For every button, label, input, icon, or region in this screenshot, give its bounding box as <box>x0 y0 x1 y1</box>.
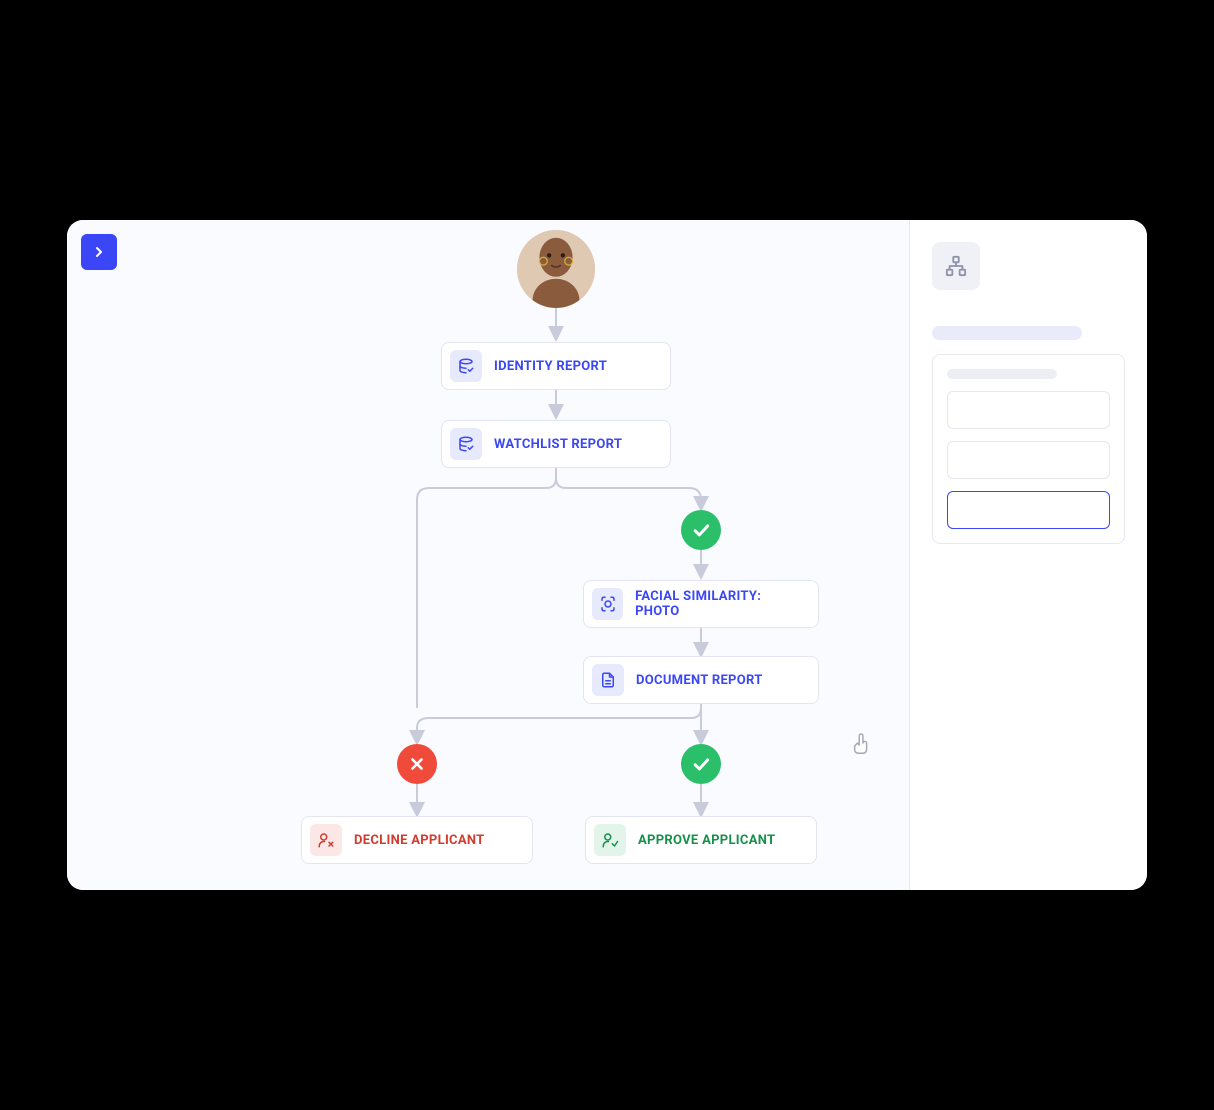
check-icon <box>691 520 711 540</box>
workflow-window: IDENTITY REPORT WATCHLIST REPORT FACIAL … <box>67 220 1147 890</box>
node-approve-applicant[interactable]: APPROVE APPLICANT <box>585 816 817 864</box>
node-label: FACIAL SIMILARITY: PHOTO <box>635 589 804 619</box>
node-document-report[interactable]: DOCUMENT REPORT <box>583 656 819 704</box>
options-label-skeleton <box>947 369 1057 379</box>
flow-connectors <box>67 220 909 890</box>
chevron-right-icon <box>91 244 107 260</box>
cursor-pointer-icon <box>851 733 873 761</box>
node-label: WATCHLIST REPORT <box>494 437 622 452</box>
expand-sidebar-button[interactable] <box>81 234 117 270</box>
option-1[interactable] <box>947 391 1110 429</box>
person-check-icon <box>594 824 626 856</box>
face-scan-icon <box>592 588 623 620</box>
person-x-icon <box>310 824 342 856</box>
node-label: IDENTITY REPORT <box>494 359 607 374</box>
node-label: APPROVE APPLICANT <box>638 833 775 848</box>
panel-title-skeleton <box>932 326 1082 340</box>
node-identity-report[interactable]: IDENTITY REPORT <box>441 342 671 390</box>
panel-options-card <box>932 354 1125 544</box>
workflow-canvas[interactable]: IDENTITY REPORT WATCHLIST REPORT FACIAL … <box>67 220 909 890</box>
status-pass-1 <box>681 510 721 550</box>
option-2[interactable] <box>947 441 1110 479</box>
node-label: DECLINE APPLICANT <box>354 833 485 848</box>
node-decline-applicant[interactable]: DECLINE APPLICANT <box>301 816 533 864</box>
node-watchlist-report[interactable]: WATCHLIST REPORT <box>441 420 671 468</box>
properties-panel <box>909 220 1147 890</box>
node-label: DOCUMENT REPORT <box>636 673 763 688</box>
document-icon <box>592 664 624 696</box>
hierarchy-icon[interactable] <box>932 242 980 290</box>
applicant-avatar[interactable] <box>517 230 595 308</box>
check-icon <box>691 754 711 774</box>
option-3-selected[interactable] <box>947 491 1110 529</box>
x-icon <box>408 755 426 773</box>
status-pass-2 <box>681 744 721 784</box>
node-facial-similarity[interactable]: FACIAL SIMILARITY: PHOTO <box>583 580 819 628</box>
database-check-icon <box>450 428 482 460</box>
database-check-icon <box>450 350 482 382</box>
status-fail <box>397 744 437 784</box>
